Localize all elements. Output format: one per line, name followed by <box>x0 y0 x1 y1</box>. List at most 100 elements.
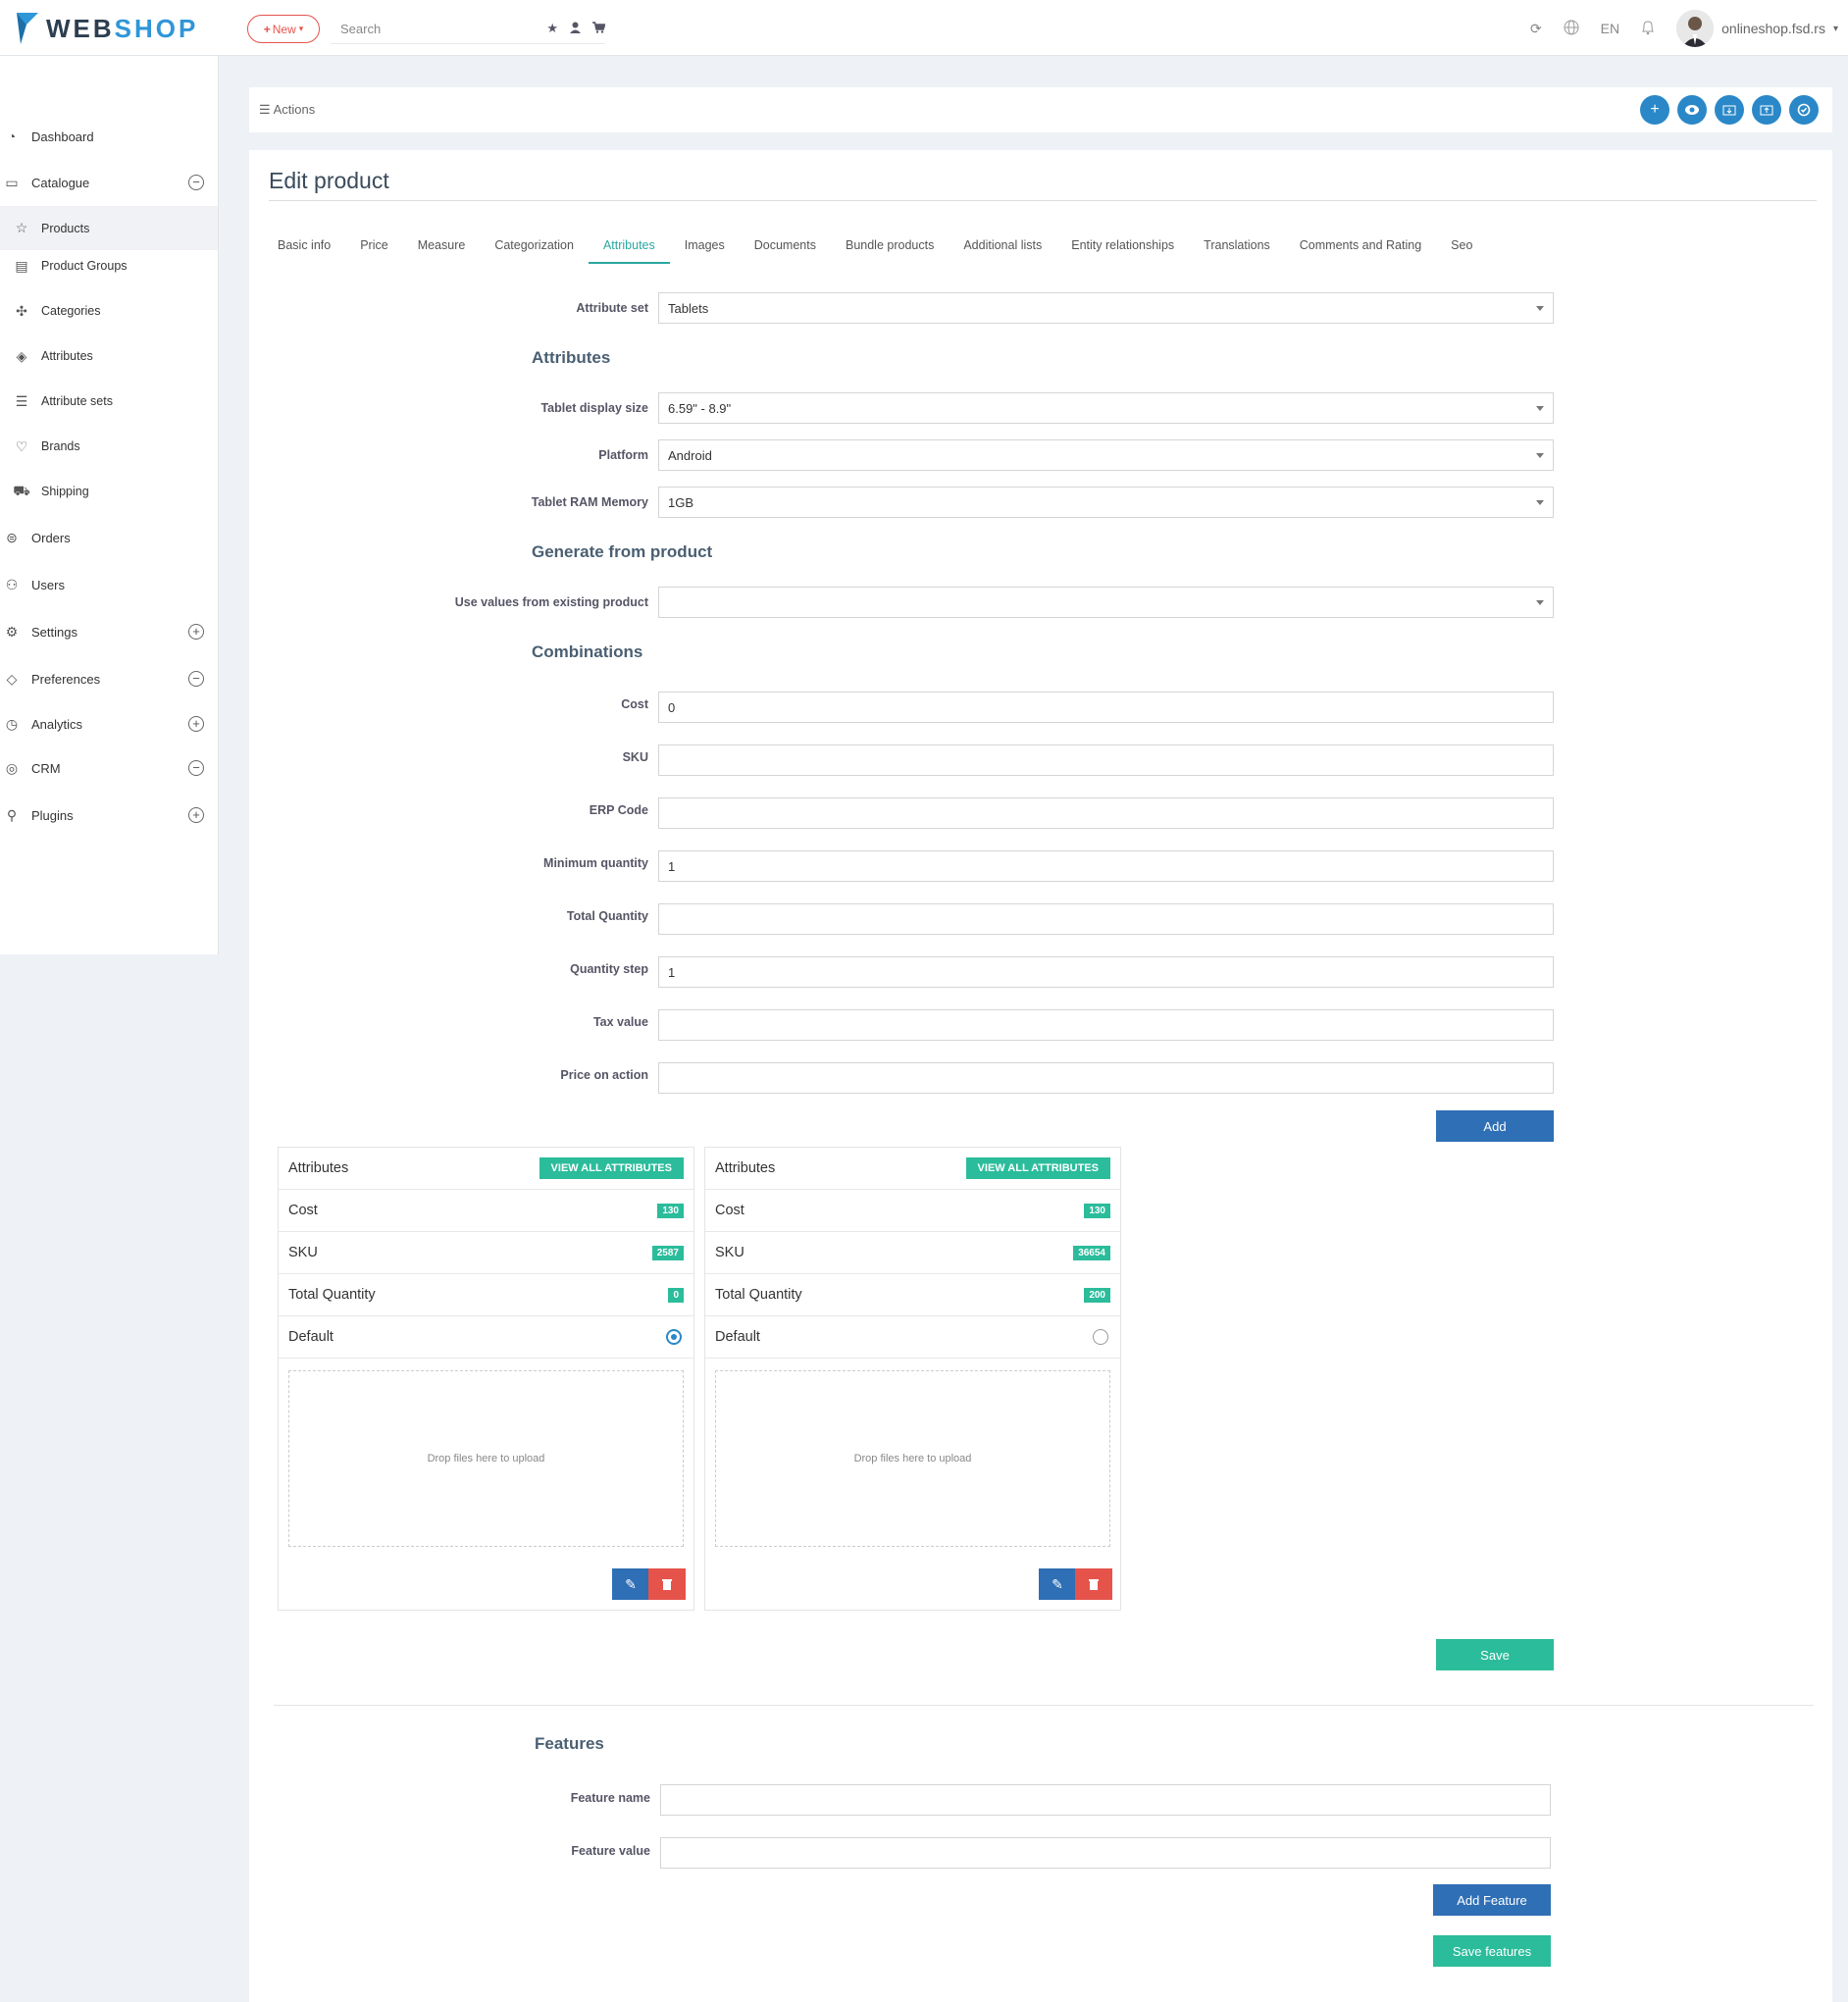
gear-icon: ⚙ <box>5 623 19 640</box>
tab-translations[interactable]: Translations <box>1189 238 1285 264</box>
tab-images[interactable]: Images <box>670 238 740 264</box>
tab-bundle-products[interactable]: Bundle products <box>831 238 949 264</box>
attribute-set-select[interactable]: Tablets <box>658 292 1554 324</box>
export-folder-button[interactable] <box>1752 95 1781 125</box>
collapse-icon[interactable]: − <box>188 671 204 687</box>
sidebar-item-shipping[interactable]: ⛟ Shipping <box>0 477 218 506</box>
total-quantity-input[interactable] <box>658 903 1554 935</box>
sidebar-item-product-groups[interactable]: ▤ Product Groups <box>0 251 218 281</box>
sku-input[interactable] <box>658 744 1554 776</box>
edit-product-card: Edit product Basic info Price Measure Ca… <box>249 150 1832 2002</box>
combination-header: Attributes VIEW ALL ATTRIBUTES <box>279 1148 693 1190</box>
sidebar-item-analytics[interactable]: ◷ Analytics + <box>0 709 218 739</box>
tab-price[interactable]: Price <box>345 238 402 264</box>
file-drop-zone[interactable]: Drop files here to upload <box>288 1370 684 1547</box>
delete-trash-button[interactable] <box>648 1568 686 1600</box>
expand-icon[interactable]: + <box>188 807 204 823</box>
sidebar-item-products[interactable]: ☆ Products <box>0 206 218 250</box>
platform-select[interactable]: Android <box>658 439 1554 471</box>
truck-icon: ⛟ <box>13 482 30 498</box>
default-radio[interactable] <box>1093 1329 1108 1345</box>
display-size-select[interactable]: 6.59" - 8.9" <box>658 392 1554 424</box>
min-quantity-input[interactable]: 1 <box>658 850 1554 882</box>
dropdown-caret-icon <box>1536 406 1544 411</box>
cost-input[interactable]: 0 <box>658 692 1554 723</box>
sidebar-item-orders[interactable]: ⊜ Orders <box>0 523 218 552</box>
tab-seo[interactable]: Seo <box>1436 238 1487 264</box>
save-features-button[interactable]: Save features <box>1433 1935 1551 1967</box>
sidebar-item-brands[interactable]: ♡ Brands <box>0 432 218 461</box>
ram-select[interactable]: 1GB <box>658 487 1554 518</box>
logo-flag-icon <box>17 13 38 44</box>
expand-icon[interactable]: + <box>188 716 204 732</box>
refresh-icon[interactable]: ⟳ <box>1530 21 1542 37</box>
tab-basic-info[interactable]: Basic info <box>263 238 345 264</box>
sidebar-item-attributes[interactable]: ◈ Attributes <box>0 341 218 371</box>
sidebar-item-users[interactable]: ⚇ Users <box>0 570 218 599</box>
orders-icon: ⊜ <box>6 529 18 545</box>
search-input[interactable]: Search <box>340 22 535 36</box>
tax-value-input[interactable] <box>658 1009 1554 1041</box>
sidebar-item-plugins[interactable]: ⚲ Plugins + <box>0 800 218 830</box>
edit-pencil-button[interactable]: ✎ <box>1039 1568 1076 1600</box>
expand-icon[interactable]: + <box>188 624 204 640</box>
tab-measure[interactable]: Measure <box>403 238 481 264</box>
combination-default-row: Default <box>279 1316 693 1359</box>
file-drop-zone[interactable]: Drop files here to upload <box>715 1370 1110 1547</box>
delete-trash-button[interactable] <box>1075 1568 1112 1600</box>
sidebar-item-categories[interactable]: ✣ Categories <box>0 296 218 326</box>
sidebar-item-crm[interactable]: ◎ CRM − <box>0 753 218 783</box>
preview-eye-button[interactable] <box>1677 95 1707 125</box>
combination-sku-row: SKU 2587 <box>279 1232 693 1274</box>
avatar <box>1676 10 1715 47</box>
collapse-icon[interactable]: − <box>188 760 204 776</box>
add-combination-button[interactable]: Add <box>1436 1110 1554 1142</box>
sidebar-item-dashboard[interactable]: ◔ Dashboard <box>0 122 218 151</box>
tab-comments-rating[interactable]: Comments and Rating <box>1285 238 1436 264</box>
feature-name-input[interactable] <box>660 1784 1551 1816</box>
feature-value-input[interactable] <box>660 1837 1551 1869</box>
tag-icon: ▤ <box>15 257 28 274</box>
price-on-action-label: Price on action <box>560 1068 648 1082</box>
webshop-logo[interactable]: WEBSHOP <box>15 9 198 48</box>
combination-card: Attributes VIEW ALL ATTRIBUTES Cost 130 … <box>278 1147 694 1611</box>
plus-icon: + <box>263 22 271 36</box>
tab-documents[interactable]: Documents <box>740 238 831 264</box>
language-selector[interactable]: EN <box>1601 21 1619 36</box>
user-icon[interactable] <box>570 22 581 36</box>
sidebar-item-preferences[interactable]: ◇ Preferences − <box>0 664 218 693</box>
tab-entity-relationships[interactable]: Entity relationships <box>1056 238 1189 264</box>
settings-badge-button[interactable] <box>1789 95 1819 125</box>
view-all-attributes-button[interactable]: VIEW ALL ATTRIBUTES <box>539 1157 684 1179</box>
sidebar-item-settings[interactable]: ⚙ Settings + <box>0 617 218 646</box>
bell-icon[interactable] <box>1641 20 1655 38</box>
sidebar-item-catalogue[interactable]: ▭ Catalogue − <box>0 168 218 197</box>
tab-additional-lists[interactable]: Additional lists <box>949 238 1056 264</box>
collapse-icon[interactable]: − <box>188 175 204 190</box>
sidebar-item-attribute-sets[interactable]: ☰ Attribute sets <box>0 386 218 416</box>
erp-code-input[interactable] <box>658 797 1554 829</box>
user-menu[interactable]: onlineshop.fsd.rs ▾ <box>1676 10 1838 47</box>
edit-pencil-button[interactable]: ✎ <box>612 1568 649 1600</box>
features-divider <box>274 1705 1814 1706</box>
add-feature-button[interactable]: Add Feature <box>1433 1884 1551 1916</box>
new-button[interactable]: + New ▾ <box>247 15 320 43</box>
price-on-action-input[interactable] <box>658 1062 1554 1094</box>
quantity-step-input[interactable]: 1 <box>658 956 1554 988</box>
tab-attributes[interactable]: Attributes <box>588 238 670 264</box>
add-icon-button[interactable]: + <box>1640 95 1669 125</box>
globe-icon[interactable] <box>1564 20 1579 38</box>
sku-label: SKU <box>622 750 648 764</box>
search-bar[interactable]: Search ★ <box>331 14 606 44</box>
existing-product-select[interactable] <box>658 587 1554 618</box>
favorites-star-icon[interactable]: ★ <box>546 21 558 36</box>
platform-label: Platform <box>598 448 648 462</box>
save-button[interactable]: Save <box>1436 1639 1554 1670</box>
cart-icon[interactable] <box>592 21 606 36</box>
import-folder-button[interactable] <box>1715 95 1744 125</box>
default-radio[interactable] <box>666 1329 682 1345</box>
crm-icon: ◎ <box>5 759 19 776</box>
view-all-attributes-button[interactable]: VIEW ALL ATTRIBUTES <box>965 1157 1110 1179</box>
tab-categorization[interactable]: Categorization <box>480 238 589 264</box>
diamond-icon: ◇ <box>6 670 18 687</box>
